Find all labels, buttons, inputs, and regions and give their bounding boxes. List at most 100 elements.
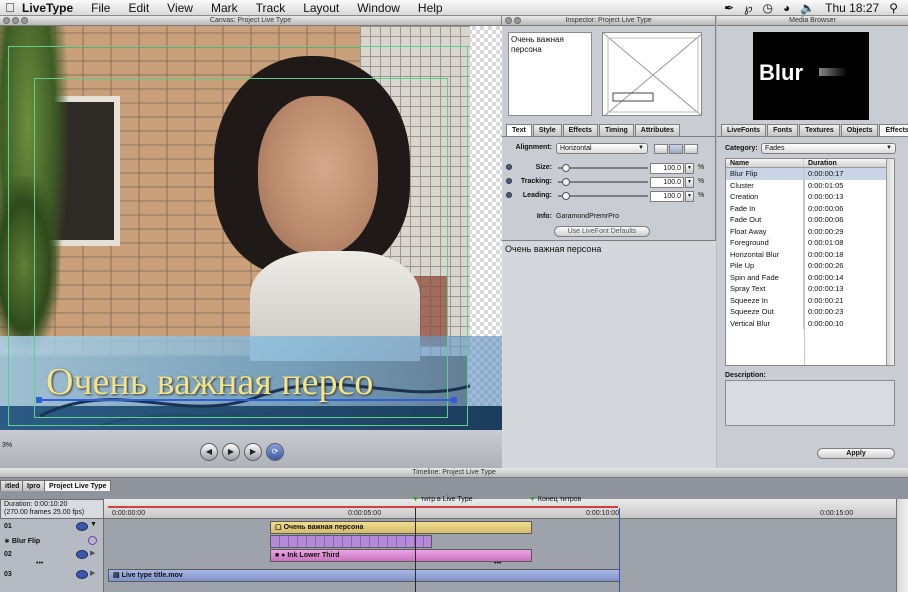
zoom-level[interactable]: 3% [2,442,12,449]
apply-button[interactable]: Apply [817,448,895,459]
tab-textures[interactable]: Textures [799,124,840,136]
effect-row[interactable]: Creation 0:00:00:13 [726,191,894,203]
doc-tab-project[interactable]: Project Live Type [44,480,112,491]
effect-row[interactable]: Squeeze Out 0:00:00:23 [726,306,894,318]
inspector-text-preview[interactable]: Очень важная персона [508,32,592,116]
effect-row[interactable]: Vertical Blur 0:00:00:10 [726,317,894,329]
bluetooth-icon[interactable]: ℘ [744,1,752,15]
tracking-stepper-icon[interactable]: ▼ [685,177,694,188]
menu-app[interactable]: LiveType [20,1,82,15]
leading-slider-knob[interactable] [562,192,570,200]
marker-start[interactable]: ▼ титр в Live Type [412,496,473,503]
effect-row[interactable]: Fade Out 0:00:00:06 [726,214,894,226]
spotlight-icon[interactable]: ⚲ [889,1,898,15]
previous-frame-button[interactable]: ◀ [200,443,218,461]
effect-row[interactable]: Squeeze In 0:00:00:21 [726,294,894,306]
inspector-canvas-preview[interactable] [602,32,702,116]
effect-row[interactable]: Horizontal Blur 0:00:00:18 [726,248,894,260]
volume-icon[interactable]: 🔈 [800,1,815,15]
size-field[interactable]: 100.0 [650,163,684,174]
wifi-icon[interactable]: ◕ [783,1,790,15]
tracking-field[interactable]: 100.0 [650,177,684,188]
text-entry-value[interactable]: Очень важная персона [505,244,601,254]
track-02-label[interactable]: 02 [0,551,104,558]
media-title-bar[interactable]: Media Browser [717,16,908,26]
text-entry-area[interactable]: Очень важная персона [502,240,716,468]
effect-row[interactable]: Spray Text 0:00:00:13 [726,283,894,295]
size-slider-knob[interactable] [562,164,570,172]
use-livefont-defaults-button[interactable]: Use LiveFont Defaults [554,226,650,237]
track-02-disclosure-icon[interactable]: ▶ [90,549,95,557]
effect-row[interactable]: Blur Flip 0:00:00:17 [726,168,894,180]
menu-help[interactable]: Help [409,1,452,15]
leading-slider[interactable] [558,195,648,197]
next-frame-button[interactable]: ▶ [244,443,262,461]
menu-edit[interactable]: Edit [119,1,158,15]
tab-style[interactable]: Style [532,124,562,136]
close-icon[interactable] [505,17,512,24]
clip-movie[interactable]: ▤ Live type title.mov [108,569,620,582]
tab-objects[interactable]: Objects [840,124,879,136]
leading-field[interactable]: 100.0 [650,191,684,202]
size-slider[interactable] [558,167,648,169]
play-button[interactable]: ▶ [222,443,240,461]
playhead[interactable] [415,508,416,592]
time-machine-icon[interactable]: ◷ [762,1,772,15]
track-03-enable-icon[interactable] [76,570,88,579]
track-01-label[interactable]: 01 [0,523,104,530]
tab-timing[interactable]: Timing [598,124,634,136]
canvas-video-frame[interactable]: Очень важная персо [0,26,502,430]
menu-window[interactable]: Window [348,1,409,15]
timeline-ruler[interactable]: 0:00:00:00 0:00:05:00 0:00:10:00 0:00:15… [104,499,896,519]
tab-attributes[interactable]: Attributes [634,124,680,136]
align-right-button[interactable] [684,144,698,154]
timeline-scrollbar[interactable] [896,499,908,592]
minimize-icon[interactable] [514,17,521,24]
media-preview[interactable]: Blur [753,32,869,120]
canvas-title-text[interactable]: Очень важная персо [46,360,373,404]
track-02-enable-icon[interactable] [76,550,88,559]
tracking-slider-knob[interactable] [562,178,570,186]
timeline-title-bar[interactable]: Timeline: Project Live Type [0,468,908,478]
menu-clock[interactable]: Thu 18:27 [825,1,879,15]
effect-row[interactable]: Fade In 0:00:00:06 [726,202,894,214]
effect-row[interactable]: Pile Up 0:00:00:26 [726,260,894,272]
zoom-icon[interactable] [21,17,28,24]
effects-scrollbar[interactable] [886,159,894,365]
menu-layout[interactable]: Layout [294,1,348,15]
marker-end[interactable]: ▼ Конец титров [529,496,581,503]
tab-livefonts[interactable]: LiveFonts [721,124,767,136]
track-01-enable-icon[interactable] [76,522,88,531]
track-03-disclosure-icon[interactable]: ▶ [90,569,95,577]
doc-tab-untitled[interactable]: itled [0,480,25,491]
baseline-handle-end[interactable] [451,397,457,403]
effect-enable-icon[interactable] [88,536,97,545]
script-icon[interactable]: ✒ [724,1,734,15]
effect-row[interactable]: Cluster 0:00:01:05 [726,179,894,191]
align-center-button[interactable] [669,144,683,154]
menu-track[interactable]: Track [247,1,295,15]
tab-effects[interactable]: Effects [562,124,598,136]
leading-stepper-icon[interactable]: ▼ [685,191,694,202]
align-left-button[interactable] [654,144,668,154]
clip-blur-flip-effect[interactable] [270,535,432,548]
doc-tab-ipro[interactable]: Ipro [22,480,46,491]
track-01-disclosure-icon[interactable]: ▼ [90,521,97,528]
close-icon[interactable] [3,17,10,24]
minimize-icon[interactable] [12,17,19,24]
menu-mark[interactable]: Mark [202,1,247,15]
loop-button[interactable]: ⟳ [266,443,284,461]
canvas-title-bar[interactable]: Canvas: Project Live Type [0,16,501,26]
effects-list[interactable]: Name Duration Blur Flip 0:00:00:17 Cluster… [725,158,895,366]
menu-file[interactable]: File [82,1,119,15]
col-duration-header[interactable]: Duration [804,159,837,167]
alignment-popup[interactable]: Horizontal ▼ [556,143,648,154]
menu-view[interactable]: View [158,1,202,15]
effect-row[interactable]: Spin and Fade 0:00:00:14 [726,271,894,283]
effect-row[interactable]: Foreground 0:00:01:08 [726,237,894,249]
category-popup[interactable]: Fades ▼ [761,143,896,154]
col-name-header[interactable]: Name [726,159,804,167]
tracking-slider[interactable] [558,181,648,183]
apple-icon[interactable]:  [0,0,20,15]
tab-fonts[interactable]: Fonts [767,124,799,136]
